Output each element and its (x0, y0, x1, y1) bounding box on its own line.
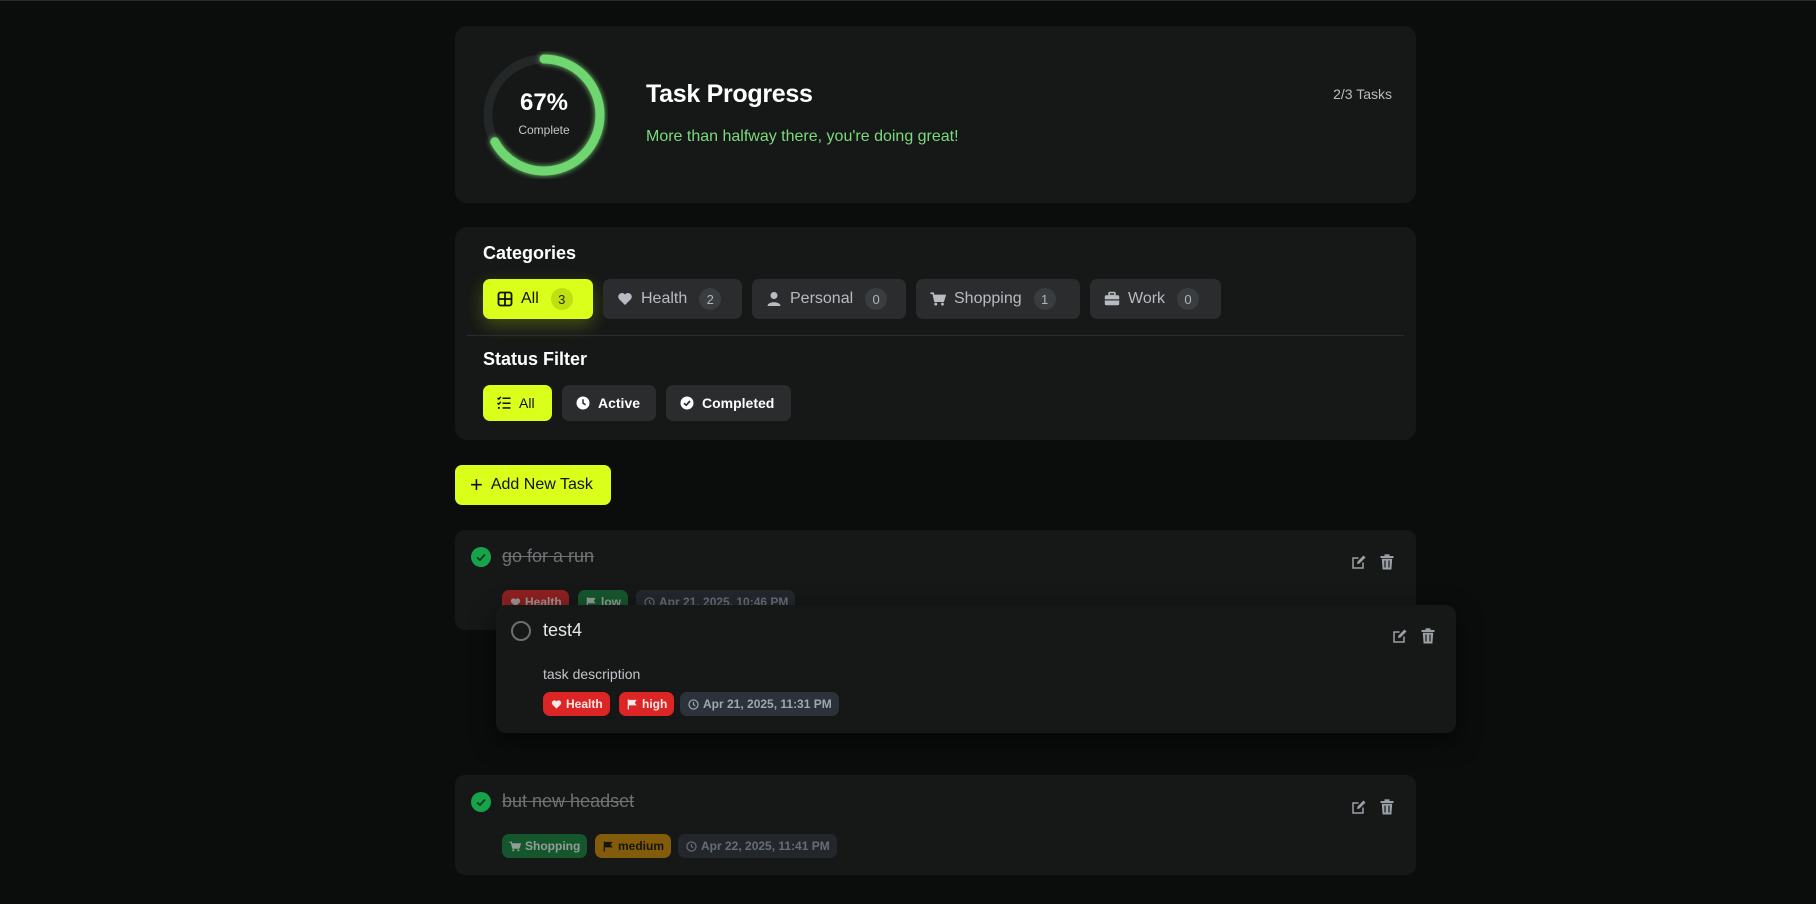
checkmark-icon (476, 553, 486, 562)
category-label: Personal (790, 290, 854, 307)
checkmark-icon (476, 798, 486, 807)
category-personal-button[interactable]: Personal 0 (752, 279, 906, 319)
delete-icon[interactable] (1419, 627, 1437, 645)
progress-card: 67% Complete Task Progress More than hal… (455, 26, 1416, 203)
clock-icon (687, 698, 699, 710)
category-label: Shopping (954, 290, 1022, 307)
clock-icon (576, 396, 590, 410)
briefcase-icon (1104, 291, 1120, 307)
flag-icon (626, 698, 638, 710)
user-icon (766, 291, 782, 307)
delete-icon[interactable] (1378, 553, 1396, 571)
task-title: test4 (543, 620, 583, 640)
category-label: All (521, 290, 539, 307)
task-category-tag: Health (543, 692, 610, 716)
progress-message: More than halfway there, you're doing gr… (646, 128, 959, 145)
categories-title: Categories (483, 243, 577, 263)
cart-icon (509, 840, 521, 852)
task-description: task description (543, 666, 641, 682)
cart-icon (930, 291, 946, 307)
heart-icon (617, 291, 633, 307)
task-checkbox[interactable] (511, 621, 531, 641)
add-task-button[interactable]: + Add New Task (455, 465, 611, 505)
status-filter-title: Status Filter (483, 349, 588, 369)
task-checkbox[interactable] (471, 792, 491, 812)
category-label: Work (1128, 290, 1166, 307)
task-category-tag: Shopping (502, 834, 588, 858)
divider (467, 335, 1404, 336)
category-count: 0 (1177, 288, 1200, 310)
delete-icon[interactable] (1378, 798, 1396, 816)
status-active-button[interactable]: Active (562, 385, 656, 421)
task-count: 2/3 Tasks (1333, 86, 1392, 102)
grid-icon (497, 291, 513, 307)
category-all-button[interactable]: All 3 (483, 279, 593, 319)
task-title: go for a run (502, 546, 595, 566)
progress-title: Task Progress (646, 80, 813, 108)
status-label: Active (598, 395, 641, 411)
progress-sub-label: Complete (518, 123, 570, 137)
task-title: but new headset (502, 791, 635, 811)
edit-icon[interactable] (1350, 798, 1368, 816)
progress-percent: 67% (519, 89, 569, 116)
edit-icon[interactable] (1391, 627, 1409, 645)
task-date-tag: Apr 22, 2025, 11:41 PM (678, 834, 837, 858)
task-date-tag: Apr 21, 2025, 11:31 PM (680, 692, 839, 716)
heart-icon (550, 698, 562, 710)
task-priority-tag: medium (595, 834, 672, 858)
task-item[interactable]: test4 task description Health high Apr 2… (496, 605, 1456, 733)
check-circle-icon (680, 396, 694, 410)
flag-icon (602, 840, 614, 852)
status-completed-button[interactable]: Completed (666, 385, 791, 421)
task-item[interactable]: but new headset Shopping medium Apr 22, … (455, 775, 1416, 875)
category-shopping-button[interactable]: Shopping 1 (916, 279, 1080, 319)
category-count: 0 (865, 288, 888, 310)
task-checkbox[interactable] (471, 547, 491, 567)
category-count: 3 (550, 288, 573, 310)
plus-icon: + (470, 472, 483, 497)
status-label: All (519, 395, 535, 411)
category-count: 2 (699, 288, 722, 310)
category-health-button[interactable]: Health 2 (603, 279, 742, 319)
add-task-label: Add New Task (490, 476, 593, 493)
category-label: Health (641, 290, 688, 307)
clock-icon (685, 840, 697, 852)
category-count: 1 (1033, 288, 1056, 310)
list-check-icon (497, 396, 511, 410)
category-work-button[interactable]: Work 0 (1090, 279, 1221, 319)
status-all-button[interactable]: All (483, 385, 552, 421)
task-priority-tag: high (619, 692, 675, 716)
edit-icon[interactable] (1350, 553, 1368, 571)
filter-card: Categories All 3 Health 2 Personal 0 Sho… (455, 227, 1416, 440)
status-label: Completed (702, 395, 775, 411)
